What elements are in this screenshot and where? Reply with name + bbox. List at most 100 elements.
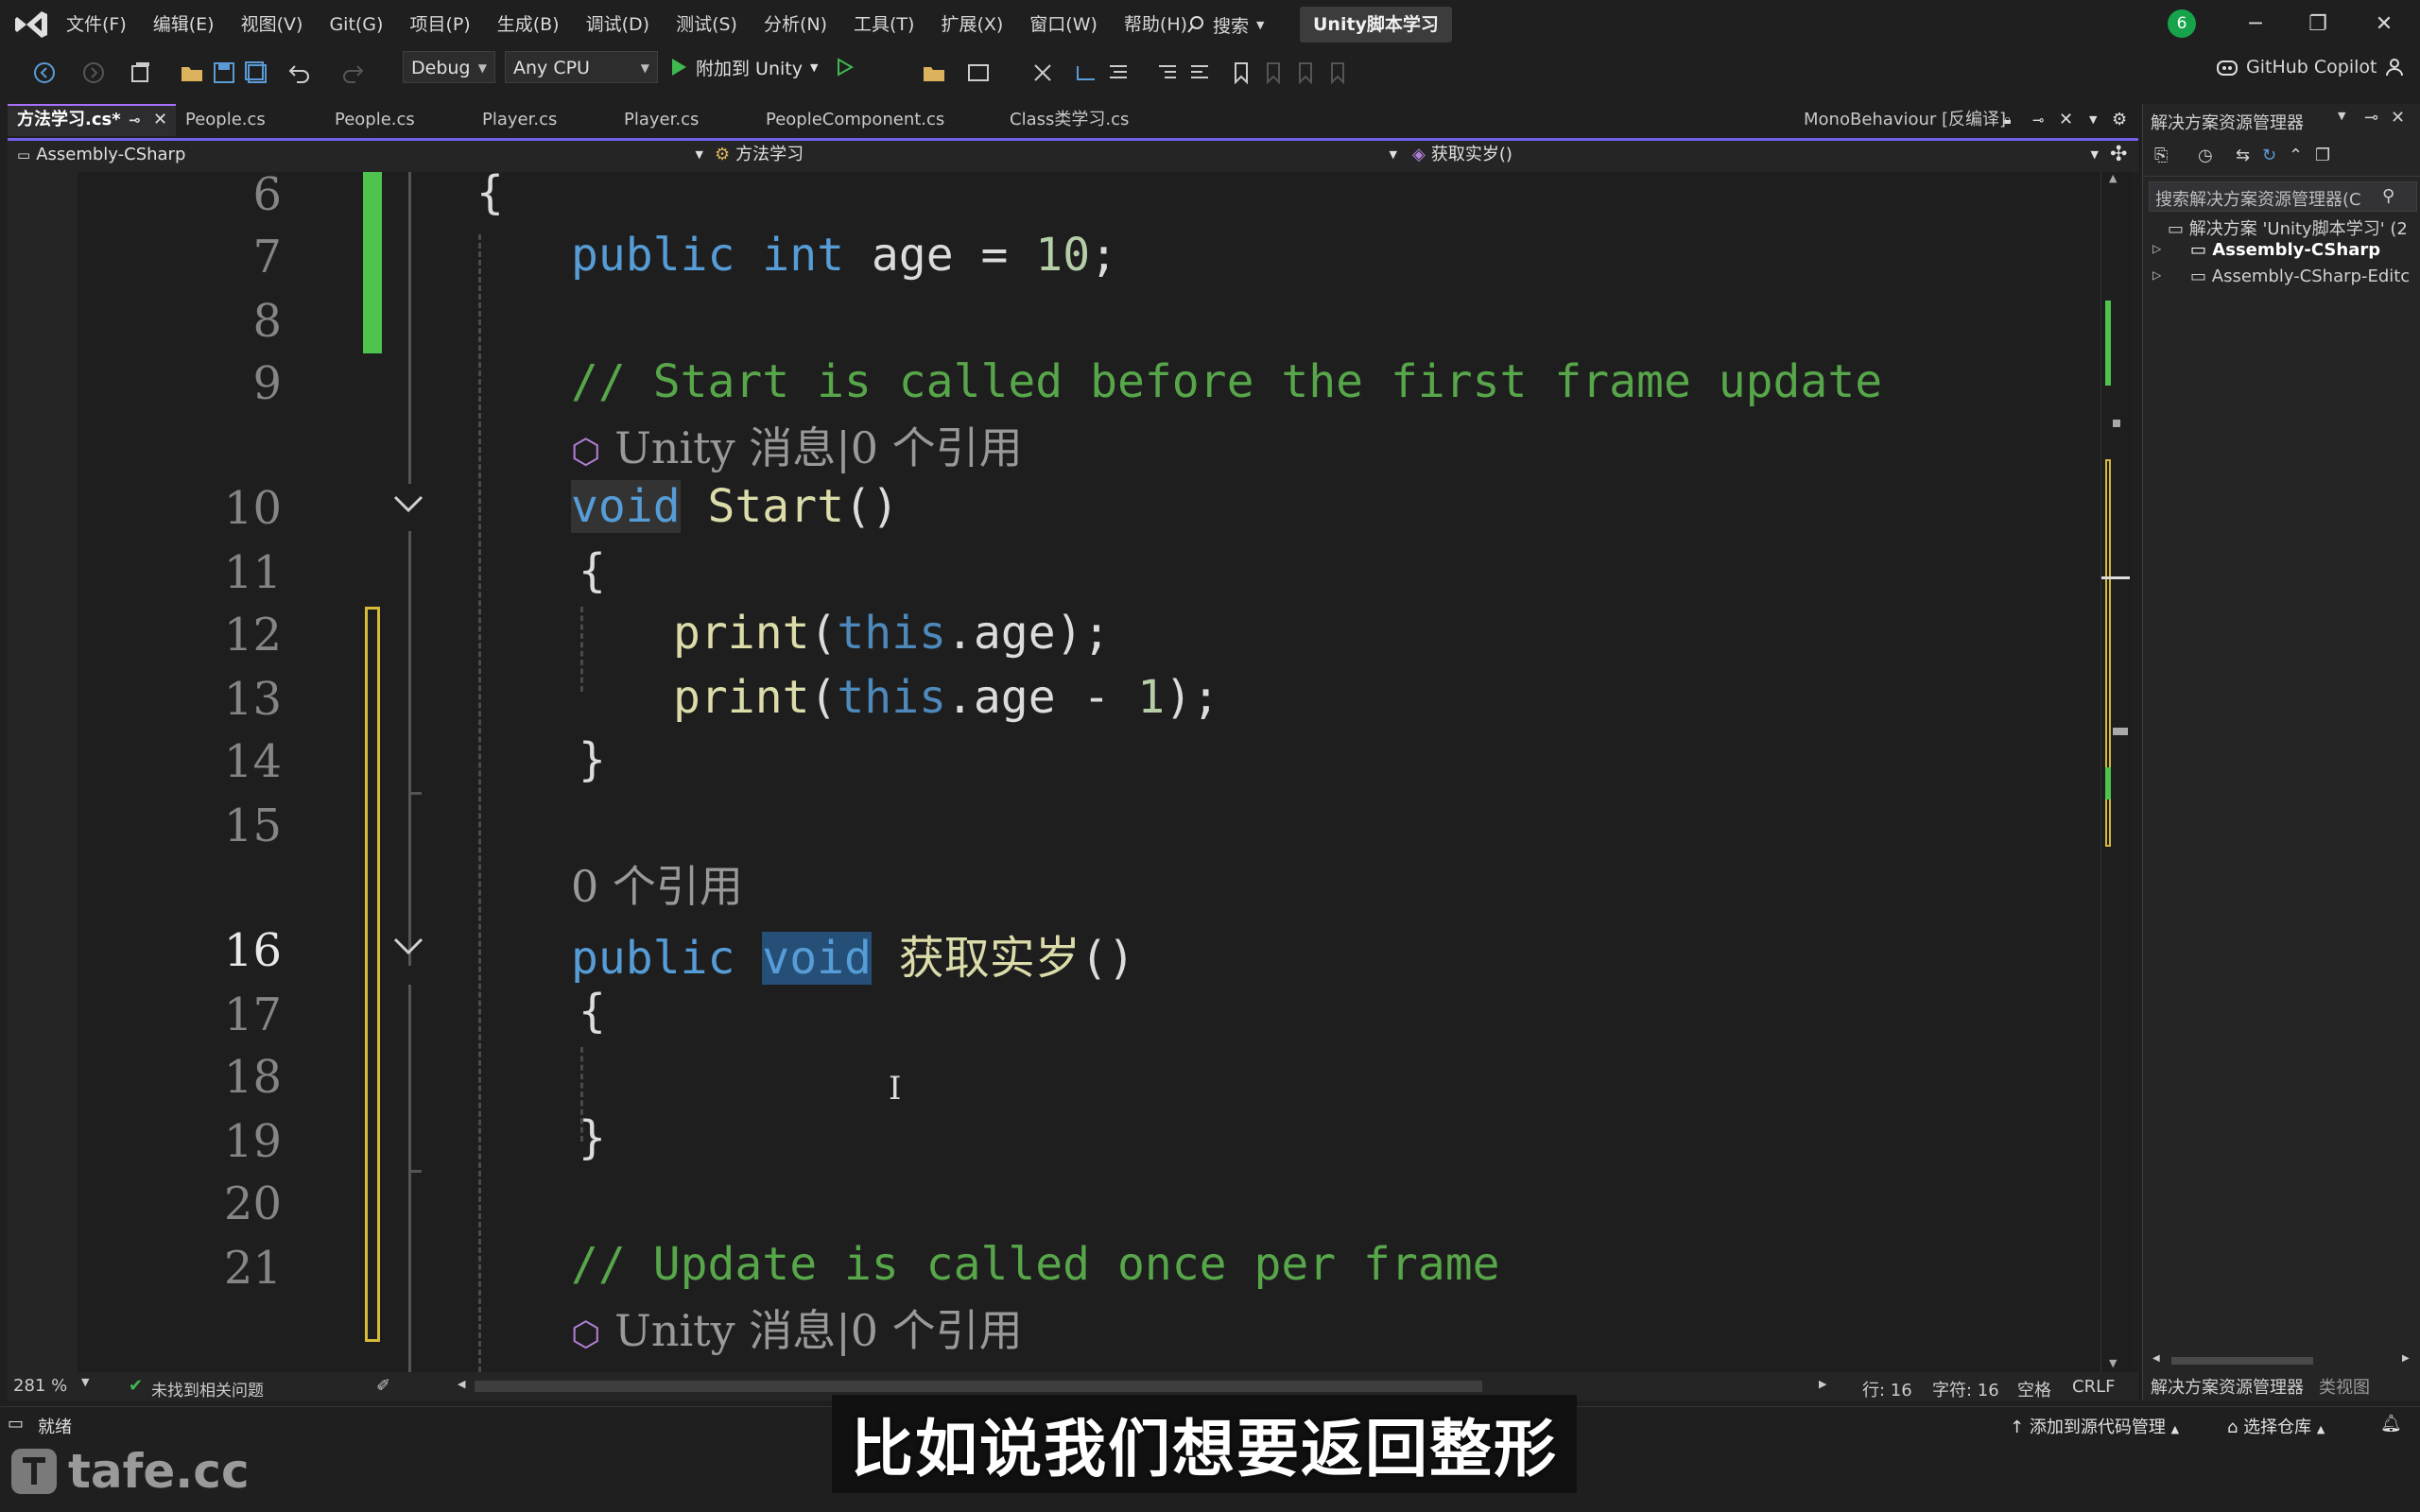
tab-people-component[interactable]: PeopleComponent.cs: [756, 104, 1000, 136]
member-dropdown[interactable]: ◈ 获取实岁() ▼: [1412, 142, 2102, 168]
step-icon[interactable]: [1074, 60, 1098, 85]
start-without-debug-icon[interactable]: [835, 57, 856, 77]
close-tab-icon[interactable]: ✕: [153, 106, 167, 134]
notification-badge[interactable]: 6: [2168, 9, 2196, 38]
tab-monobehaviour-decompiled[interactable]: MonoBehaviour [反编译] 🔒︎ ⊸ ✕ ▼ ⚙: [1794, 104, 2138, 136]
codelens-start[interactable]: ⬡ Unity 消息|0 个引用: [571, 414, 1023, 476]
menu-git[interactable]: Git(G): [316, 0, 396, 49]
prev-bookmark-icon[interactable]: [1261, 60, 1286, 85]
forward-icon[interactable]: [81, 60, 106, 85]
menu-debug[interactable]: 调试(D): [573, 0, 663, 49]
expand-icon[interactable]: ▷: [2152, 268, 2161, 282]
solution-node[interactable]: ▭ 解决方案 'Unity脚本学习' (2: [2168, 215, 2408, 240]
history-icon[interactable]: ◷: [2198, 146, 2213, 165]
menu-window[interactable]: 窗口(W): [1016, 0, 1111, 49]
codelens-update[interactable]: ⬡ Unity 消息|0 个引用: [571, 1297, 1023, 1359]
menu-file[interactable]: 文件(F): [53, 0, 140, 49]
horizontal-scroll-thumb[interactable]: [475, 1381, 1482, 1392]
redo-icon[interactable]: [340, 60, 365, 85]
close-window-button[interactable]: ✕: [2365, 8, 2403, 42]
output-icon[interactable]: ▭: [8, 1414, 24, 1434]
save-icon[interactable]: [212, 60, 236, 85]
open-folder-icon[interactable]: [180, 60, 204, 85]
collapse-chevron-icon[interactable]: [389, 491, 427, 518]
expand-icon[interactable]: ▷: [2152, 242, 2161, 255]
pin-icon[interactable]: ⊸: [2364, 108, 2378, 128]
outdent-icon[interactable]: [1187, 60, 1212, 85]
undo-icon[interactable]: [287, 60, 312, 85]
visual-studio-logo-icon[interactable]: [13, 8, 49, 42]
refresh-icon[interactable]: ↻: [2262, 146, 2276, 165]
split-editor-icon[interactable]: ✣: [2110, 142, 2136, 168]
show-all-files-icon[interactable]: ❐: [2315, 146, 2330, 165]
scroll-down-icon[interactable]: ▼: [2109, 1357, 2117, 1369]
scroll-left-icon[interactable]: ◀: [2152, 1353, 2160, 1364]
menu-test[interactable]: 测试(S): [663, 0, 751, 49]
scroll-up-icon[interactable]: ▲: [2109, 172, 2117, 184]
zoom-level[interactable]: 281 %: [13, 1376, 67, 1396]
close-tab-icon[interactable]: ✕: [2059, 104, 2073, 136]
collapse-all-icon[interactable]: ⌃: [2289, 146, 2303, 165]
tab-method-learning[interactable]: 方法学习.cs* ⊸ ✕: [8, 104, 176, 136]
whitespace-indicator[interactable]: 空格: [2017, 1377, 2051, 1401]
hot-reload-icon[interactable]: [1030, 60, 1055, 85]
project-node-assembly-csharp-editor[interactable]: ▭ Assembly-CSharp-Editc: [2190, 266, 2410, 286]
menu-edit[interactable]: 编辑(E): [140, 0, 228, 49]
line-ending-indicator[interactable]: CRLF: [2072, 1377, 2115, 1397]
close-panel-icon[interactable]: ✕: [2391, 108, 2405, 128]
tab-list-dropdown-icon[interactable]: ▼: [2089, 104, 2097, 136]
search-button[interactable]: 搜索 ▼: [1186, 9, 1264, 40]
class-dropdown[interactable]: ⚙ 方法学习 ▼: [715, 142, 1401, 168]
notifications-bell-icon[interactable]: 🔔︎: [2380, 1414, 2402, 1434]
line-indicator[interactable]: 行: 16: [1862, 1377, 1912, 1401]
browse-icon[interactable]: [922, 60, 946, 85]
user-icon[interactable]: [2384, 57, 2405, 77]
menu-tools[interactable]: 工具(T): [840, 0, 927, 49]
tab-player-2[interactable]: Player.cs: [614, 104, 756, 136]
indent-icon[interactable]: [1155, 60, 1180, 85]
project-node-assembly-csharp[interactable]: ▭ Assembly-CSharp: [2190, 240, 2380, 260]
github-copilot-button[interactable]: GitHub Copilot: [2216, 51, 2405, 83]
tab-people-2[interactable]: People.cs: [325, 104, 475, 136]
code-editor[interactable]: 6 7 8 9 10 11 12 13 14 15 16 17 18 19 20…: [8, 172, 2108, 1372]
scroll-thumb[interactable]: [2171, 1357, 2313, 1365]
menu-project[interactable]: 项目(P): [396, 0, 483, 49]
chevron-down-icon[interactable]: ▼: [2338, 110, 2345, 122]
window-layout-icon[interactable]: [966, 60, 991, 85]
scroll-right-icon[interactable]: ▶: [2402, 1353, 2410, 1364]
issues-status[interactable]: 未找到相关问题: [151, 1377, 264, 1400]
column-indicator[interactable]: 字符: 16: [1932, 1377, 1999, 1401]
scroll-left-icon[interactable]: ◀: [458, 1378, 465, 1390]
menu-extensions[interactable]: 扩展(X): [927, 0, 1016, 49]
tab-class-learning[interactable]: Class类学习.cs: [1000, 104, 1189, 136]
scroll-right-icon[interactable]: ▶: [1819, 1378, 1826, 1390]
add-to-source-control[interactable]: ↑ 添加到源代码管理 ▲: [2010, 1414, 2179, 1438]
menu-view[interactable]: 视图(V): [228, 0, 317, 49]
minimize-button[interactable]: ─: [2237, 8, 2274, 42]
tab-class-view[interactable]: 类视图: [2319, 1374, 2370, 1399]
tab-people-1[interactable]: People.cs: [176, 104, 325, 136]
collapse-chevron-icon[interactable]: [389, 934, 427, 960]
tab-solution-explorer[interactable]: 解决方案资源管理器: [2151, 1374, 2304, 1399]
project-dropdown[interactable]: ▭ Assembly-CSharp ▼: [17, 142, 707, 168]
sync-icon[interactable]: ⇆: [2236, 146, 2250, 165]
clear-bookmarks-icon[interactable]: [1325, 60, 1350, 85]
back-icon[interactable]: [32, 60, 57, 85]
vertical-scrollbar[interactable]: ▲ ▼: [2100, 172, 2132, 1372]
solution-search-box[interactable]: 搜索解决方案资源管理器(C ⚲: [2149, 181, 2417, 212]
codelens-refs[interactable]: 0 个引用: [571, 852, 743, 915]
attach-to-unity-button[interactable]: 附加到 Unity ▼: [669, 51, 856, 83]
format-icon[interactable]: [1106, 60, 1131, 85]
tab-player-1[interactable]: Player.cs: [473, 104, 614, 136]
configuration-select[interactable]: Debug ▼: [403, 51, 495, 83]
solution-horizontal-scrollbar[interactable]: ◀ ▶: [2152, 1353, 2413, 1366]
pin-icon[interactable]: ⊸: [129, 106, 141, 134]
platform-select[interactable]: Any CPU ▼: [505, 51, 658, 83]
new-project-icon[interactable]: [129, 60, 153, 85]
pin-icon[interactable]: ⊸: [2032, 104, 2045, 136]
cleanup-brush-icon[interactable]: ✐: [376, 1376, 390, 1396]
next-bookmark-icon[interactable]: [1293, 60, 1318, 85]
menu-analyze[interactable]: 分析(N): [751, 0, 840, 49]
switch-views-icon[interactable]: ⎘: [2154, 146, 2168, 165]
menu-build[interactable]: 生成(B): [484, 0, 573, 49]
